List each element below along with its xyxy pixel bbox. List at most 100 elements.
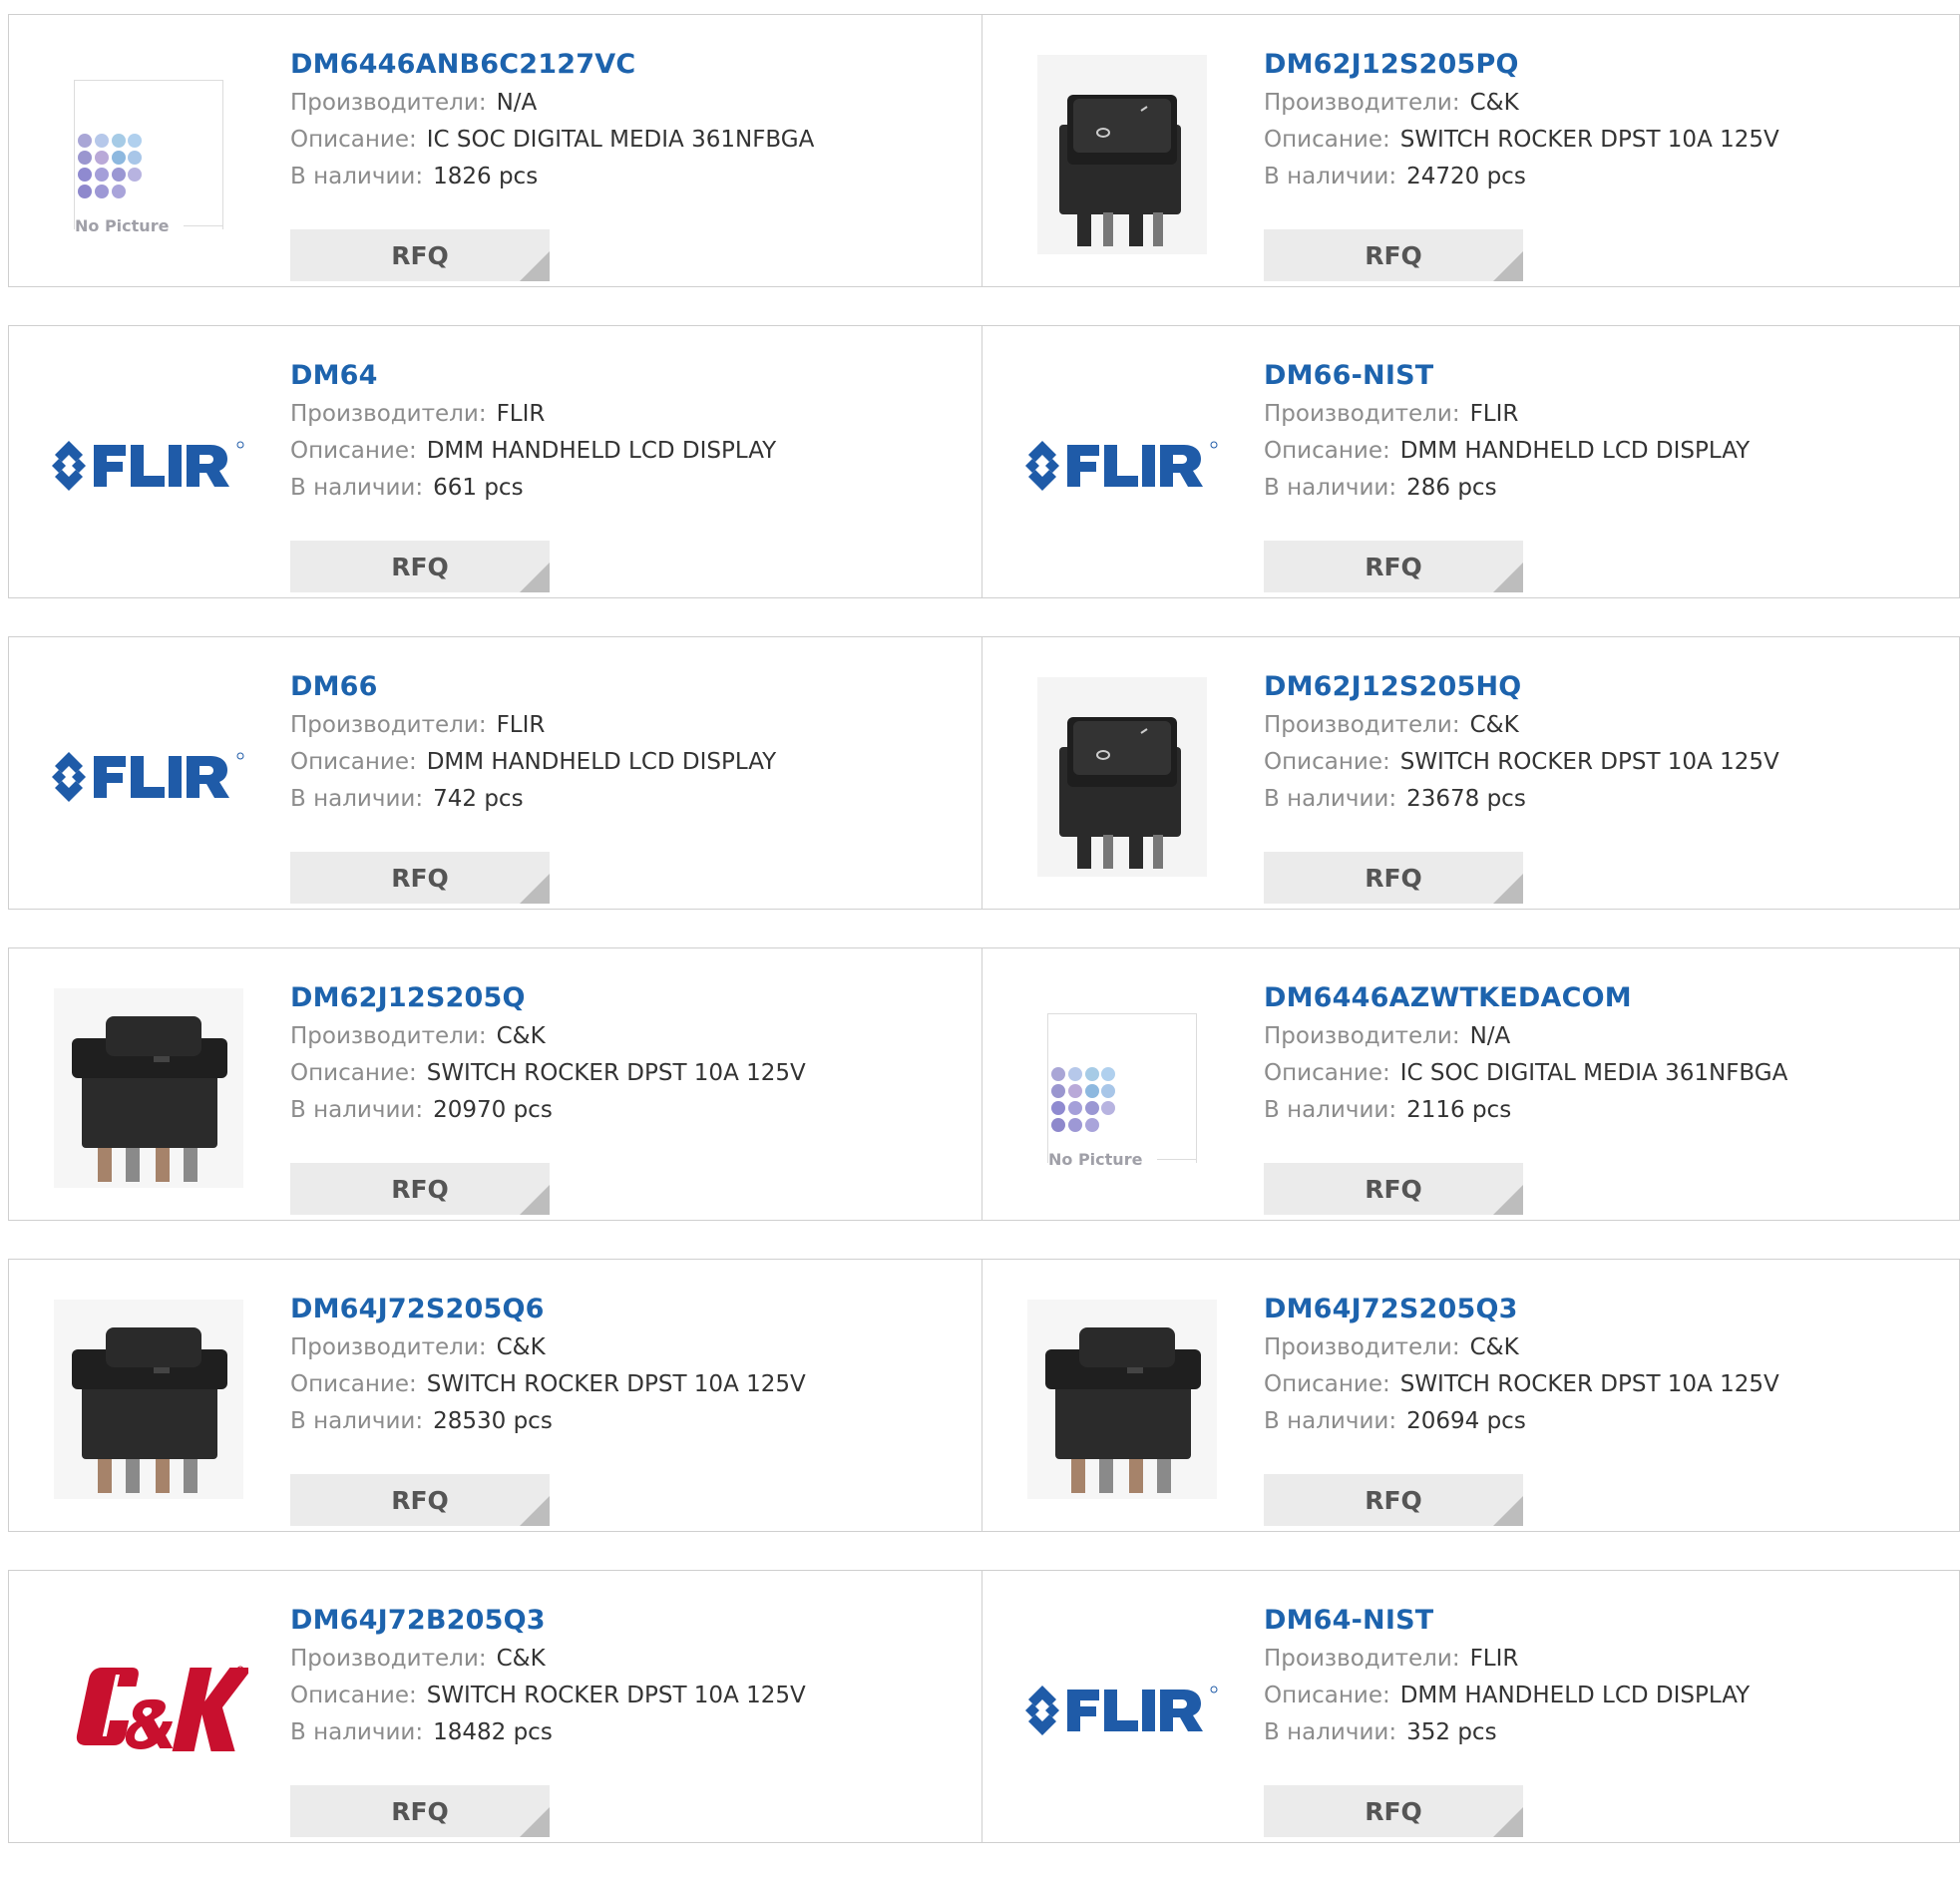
description-row: Описание: SWITCH ROCKER DPST 10A 125V [1264, 1366, 1779, 1403]
flir-logo-icon [1025, 441, 1218, 491]
stock-label: В наличии: [1264, 164, 1397, 189]
rfq-button-label: RFQ [391, 1796, 449, 1826]
manufacturer-value: C&K [1469, 90, 1519, 116]
product-card: No Picture DM6446AZWTKEDACOM Производите… [982, 947, 1960, 1221]
description-label: Описание: [290, 1060, 417, 1086]
rfq-button[interactable]: RFQ [290, 852, 550, 904]
stock-label: В наличии: [290, 1097, 424, 1123]
manufacturer-label: Производители: [290, 401, 487, 427]
part-number-link[interactable]: DM62J12S205HQ [1264, 667, 1779, 707]
product-image[interactable] [49, 988, 248, 1188]
part-number-link[interactable]: DM6446AZWTKEDACOM [1264, 978, 1787, 1018]
product-image[interactable] [1022, 677, 1222, 877]
manufacturer-value: N/A [496, 90, 538, 116]
product-card: DM66 Производители: FLIR Описание: DMM HAN… [8, 636, 982, 910]
manufacturer-value: FLIR [496, 401, 546, 427]
stock-value: 1826 pcs [433, 164, 539, 189]
product-card: DM64J72S205Q6 Производители: C&K Описание… [8, 1259, 982, 1532]
product-card: DM64-NIST Производители: FLIR Описание: DM… [982, 1570, 1960, 1843]
rfq-button[interactable]: RFQ [1264, 852, 1523, 904]
description-label: Описание: [290, 1371, 417, 1397]
dots-logo-icon [1051, 1067, 1115, 1132]
product-info: DM64-NIST Производители: FLIR Описание: DM… [1264, 1601, 1750, 1837]
manufacturer-value: FLIR [496, 712, 546, 738]
description-row: Описание: IC SOC DIGITAL MEDIA 361NFBGA [1264, 1055, 1787, 1092]
product-card: DM64J72S205Q3 Производители: C&K Описание… [982, 1259, 1960, 1532]
stock-label: В наличии: [290, 475, 424, 501]
manufacturer-label: Производители: [290, 1646, 487, 1672]
stock-value: 28530 pcs [433, 1408, 553, 1434]
product-card: DM64 Производители: FLIR Описание: DMM HAN… [8, 325, 982, 598]
rfq-button[interactable]: RFQ [290, 1785, 550, 1837]
product-image[interactable] [1022, 1611, 1222, 1810]
product-image[interactable] [49, 1300, 248, 1499]
description-value: DMM HANDHELD LCD DISPLAY [1399, 438, 1751, 464]
product-image[interactable]: No Picture [49, 55, 248, 254]
description-value: SWITCH ROCKER DPST 10A 125V [426, 1060, 806, 1086]
manufacturer-value: C&K [1469, 712, 1519, 738]
part-number-link[interactable]: DM62J12S205PQ [1264, 45, 1779, 85]
product-info: DM62J12S205Q Производители: C&K Описание:… [290, 978, 806, 1215]
stock-row: В наличии: 20694 pcs [1264, 1403, 1779, 1440]
no-picture-icon: No Picture [74, 80, 223, 235]
manufacturer-value: N/A [1469, 1023, 1511, 1049]
part-number-link[interactable]: DM66-NIST [1264, 356, 1750, 396]
rfq-button[interactable]: RFQ [1264, 1785, 1523, 1837]
manufacturer-label: Производители: [1264, 1334, 1460, 1360]
product-image[interactable] [1022, 1300, 1222, 1499]
stock-value: 2116 pcs [1406, 1097, 1512, 1123]
product-image[interactable] [49, 366, 248, 565]
description-row: Описание: SWITCH ROCKER DPST 10A 125V [290, 1678, 806, 1714]
description-value: SWITCH ROCKER DPST 10A 125V [1399, 1371, 1779, 1397]
flir-logo-icon [52, 752, 244, 802]
rfq-button[interactable]: RFQ [1264, 541, 1523, 592]
product-row: DM62J12S205Q Производители: C&K Описание:… [8, 947, 1960, 1221]
product-row: No Picture DM6446ANB6C2127VC Производите… [8, 14, 1960, 287]
rfq-button-label: RFQ [1365, 863, 1422, 893]
part-number-link[interactable]: DM64-NIST [1264, 1601, 1750, 1641]
part-number-link[interactable]: DM64 [290, 356, 776, 396]
part-number-link[interactable]: DM62J12S205Q [290, 978, 806, 1018]
product-row: DM64 Производители: FLIR Описание: DMM HAN… [8, 325, 1960, 598]
product-card: DM64J72B205Q3 Производители: C&K Описание… [8, 1570, 982, 1843]
rfq-button[interactable]: RFQ [1264, 1163, 1523, 1215]
manufacturer-label: Производители: [290, 1334, 487, 1360]
corner-triangle-icon [1493, 563, 1523, 592]
part-number-link[interactable]: DM6446ANB6C2127VC [290, 45, 814, 85]
rfq-button[interactable]: RFQ [290, 541, 550, 592]
description-value: DMM HANDHELD LCD DISPLAY [426, 438, 777, 464]
rfq-button[interactable]: RFQ [290, 1163, 550, 1215]
manufacturer-label: Производители: [1264, 401, 1460, 427]
stock-value: 742 pcs [433, 786, 524, 812]
stock-label: В наличии: [1264, 1408, 1397, 1434]
description-label: Описание: [1264, 1060, 1390, 1086]
part-number-link[interactable]: DM66 [290, 667, 776, 707]
stock-value: 20694 pcs [1406, 1408, 1526, 1434]
product-image[interactable] [49, 1611, 248, 1810]
product-info: DM66-NIST Производители: FLIR Описание: DM… [1264, 356, 1751, 592]
product-image[interactable] [1022, 366, 1222, 565]
product-info: DM64J72S205Q6 Производители: C&K Описание… [290, 1290, 806, 1526]
part-number-link[interactable]: DM64J72S205Q6 [290, 1290, 806, 1329]
stock-value: 352 pcs [1406, 1719, 1497, 1745]
rfq-button[interactable]: RFQ [1264, 1474, 1523, 1526]
part-number-link[interactable]: DM64J72B205Q3 [290, 1601, 806, 1641]
corner-triangle-icon [1493, 874, 1523, 904]
product-image[interactable]: No Picture [1022, 988, 1222, 1188]
rfq-button[interactable]: RFQ [1264, 229, 1523, 281]
stock-row: В наличии: 286 pcs [1264, 470, 1750, 507]
stock-value: 286 pcs [1406, 475, 1497, 501]
rfq-button[interactable]: RFQ [290, 1474, 550, 1526]
rocker-switch-icon [1037, 677, 1207, 877]
product-image[interactable] [1022, 55, 1222, 254]
product-info: DM6446ANB6C2127VC Производители: N/A Опис… [290, 45, 814, 281]
manufacturer-label: Производители: [290, 712, 487, 738]
rocker-switch-icon [54, 1300, 243, 1499]
stock-label: В наличии: [1264, 1097, 1397, 1123]
rfq-button-label: RFQ [391, 552, 449, 581]
rfq-button[interactable]: RFQ [290, 229, 550, 281]
manufacturer-row: Производители: C&K [290, 1641, 806, 1678]
part-number-link[interactable]: DM64J72S205Q3 [1264, 1290, 1779, 1329]
product-image[interactable] [49, 677, 248, 877]
rocker-switch-icon [1037, 55, 1207, 254]
